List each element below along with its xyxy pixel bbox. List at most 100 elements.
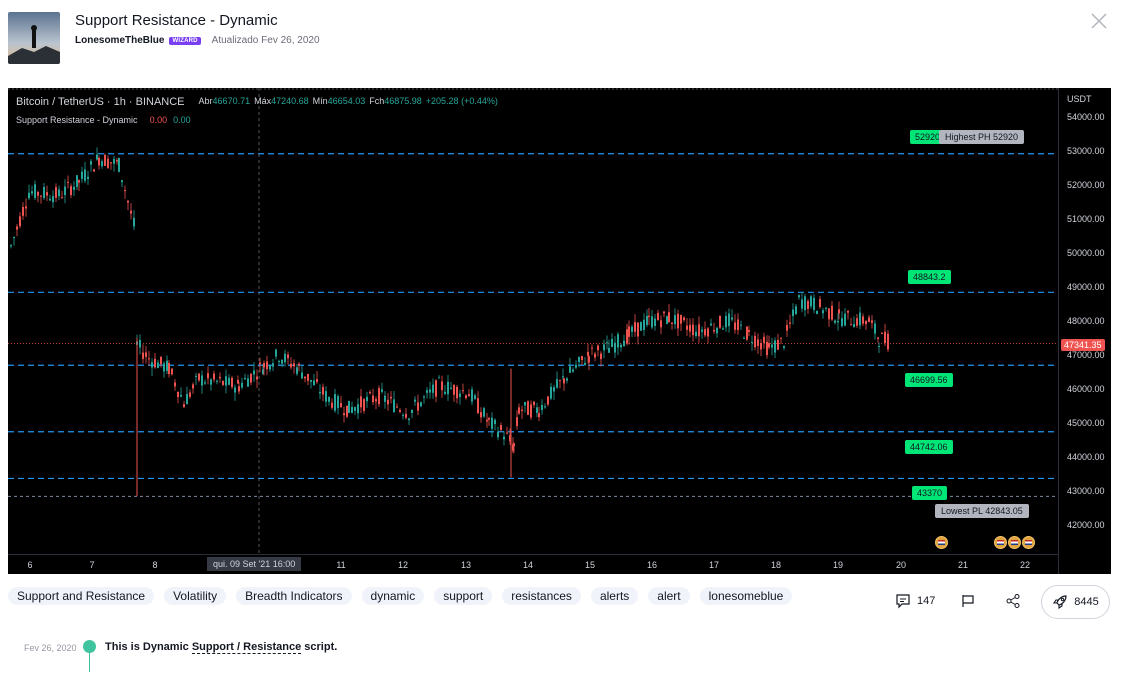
comments-button[interactable]: 147 xyxy=(895,593,935,609)
price-tick-label: 52000.00 xyxy=(1067,180,1105,190)
boost-button[interactable]: 8445 xyxy=(1041,585,1110,619)
candle-body xyxy=(786,324,788,331)
tag-chip[interactable]: Support and Resistance xyxy=(8,587,155,605)
candle-body xyxy=(189,392,191,397)
author-avatar[interactable] xyxy=(8,12,60,64)
candle-body xyxy=(216,380,218,382)
candle-body xyxy=(719,316,721,328)
candle-body xyxy=(90,161,92,165)
time-tick-label: 18 xyxy=(770,560,782,570)
candle-body xyxy=(186,393,188,405)
tag-chip[interactable]: Breadth Indicators xyxy=(236,587,352,605)
high-value: 47240.68 xyxy=(271,96,309,106)
indicator-name[interactable]: Support Resistance - Dynamic xyxy=(16,115,138,125)
candle-body xyxy=(110,162,112,164)
candle-body xyxy=(438,377,440,379)
candle-body xyxy=(844,313,846,326)
candle-body xyxy=(569,366,571,373)
candle-body xyxy=(411,409,413,414)
tag-chip[interactable]: dynamic xyxy=(361,587,425,605)
boost-count: 8445 xyxy=(1074,596,1099,608)
tag-chip[interactable]: support xyxy=(434,587,493,605)
candle-body xyxy=(710,323,712,326)
price-tick-label: 48000.00 xyxy=(1067,316,1105,326)
candle-body xyxy=(692,324,694,336)
candle-body xyxy=(468,394,470,397)
candle-body xyxy=(623,340,625,347)
candle-body xyxy=(459,393,461,397)
candle-body xyxy=(740,324,742,326)
sr-tag-5: 43370 xyxy=(912,486,948,500)
sr-link[interactable]: Support / Resistance xyxy=(191,641,302,654)
candle-body xyxy=(766,341,768,356)
time-tick-label: 17 xyxy=(708,560,720,570)
candle-body xyxy=(287,354,289,359)
share-icon xyxy=(1006,594,1020,608)
currency-label: USDT xyxy=(1067,94,1092,104)
candle-body xyxy=(783,346,785,348)
candle-body xyxy=(584,362,586,365)
candle-body xyxy=(838,309,840,314)
close-icon[interactable] xyxy=(1090,12,1108,30)
candle-body xyxy=(798,295,800,298)
candle-body xyxy=(168,362,170,375)
candle-body xyxy=(686,325,688,330)
candle-body xyxy=(606,342,608,344)
candle-body xyxy=(544,406,546,408)
candle-body xyxy=(204,382,206,384)
candle-body xyxy=(757,339,759,346)
candle-body xyxy=(195,375,197,377)
candle-body xyxy=(637,322,639,337)
flag-button[interactable] xyxy=(961,594,975,608)
price-chart[interactable]: Bitcoin / TetherUS · 1h · BINANCE Abr 466… xyxy=(8,88,1111,574)
timeline-line xyxy=(89,652,90,672)
candle-body xyxy=(213,373,215,380)
price-axis[interactable]: USDT 54000.00 53000.00 52000.00 51000.00 500… xyxy=(1058,88,1111,574)
tag-chip[interactable]: alerts xyxy=(590,587,639,605)
candle-body xyxy=(734,322,736,330)
flag-icon[interactable] xyxy=(994,536,1007,549)
chart-canvas[interactable] xyxy=(8,88,1058,554)
candle-body xyxy=(447,381,449,395)
time-tick-label: 22 xyxy=(1019,560,1031,570)
candle-body xyxy=(201,375,203,386)
candle-body xyxy=(841,318,843,326)
time-axis[interactable]: 6 7 8 11 12 13 14 15 16 17 18 19 20 21 22 qui. 09 Set … xyxy=(8,554,1058,574)
event-markers-2[interactable] xyxy=(994,536,1035,549)
event-markers-1[interactable] xyxy=(935,536,948,549)
candle-body xyxy=(429,389,431,393)
price-tick-label: 47000.00 xyxy=(1067,350,1105,360)
idea-meta: LonesomeTheBlue WIZARD Atualizado Fev 26… xyxy=(75,35,320,46)
candle-body xyxy=(503,436,505,440)
candle-body xyxy=(238,386,240,392)
candle-body xyxy=(789,322,791,324)
candle-body xyxy=(677,313,679,329)
candle-body xyxy=(432,384,434,393)
tag-chip[interactable]: Volatility xyxy=(164,587,227,605)
candle-body xyxy=(626,329,628,344)
flag-icon[interactable] xyxy=(1022,536,1035,549)
candle-body xyxy=(666,316,668,324)
flag-icon[interactable] xyxy=(1008,536,1021,549)
candle-body xyxy=(417,402,419,411)
tag-chip[interactable]: lonesomeblue xyxy=(699,587,793,605)
time-tick-label: 14 xyxy=(522,560,534,570)
candle-body xyxy=(405,413,407,418)
flag-icon[interactable] xyxy=(935,536,948,549)
tag-chip[interactable]: alert xyxy=(648,587,690,605)
candle-body xyxy=(563,378,565,384)
candle-body xyxy=(521,409,523,411)
candle-body xyxy=(225,376,227,386)
candle-body xyxy=(497,431,499,438)
candle-body xyxy=(516,417,518,426)
candle-body xyxy=(654,318,656,326)
tag-chip[interactable]: resistances xyxy=(502,587,581,605)
price-tick-label: 43000.00 xyxy=(1067,486,1105,496)
candle-body xyxy=(244,377,246,380)
share-button[interactable] xyxy=(1005,593,1021,609)
symbol-name[interactable]: Bitcoin / TetherUS · 1h · BINANCE xyxy=(16,96,185,108)
candle-body xyxy=(351,406,353,413)
time-tick-label: 13 xyxy=(460,560,472,570)
author-name[interactable]: LonesomeTheBlue xyxy=(75,35,164,46)
wizard-badge: WIZARD xyxy=(169,36,201,45)
